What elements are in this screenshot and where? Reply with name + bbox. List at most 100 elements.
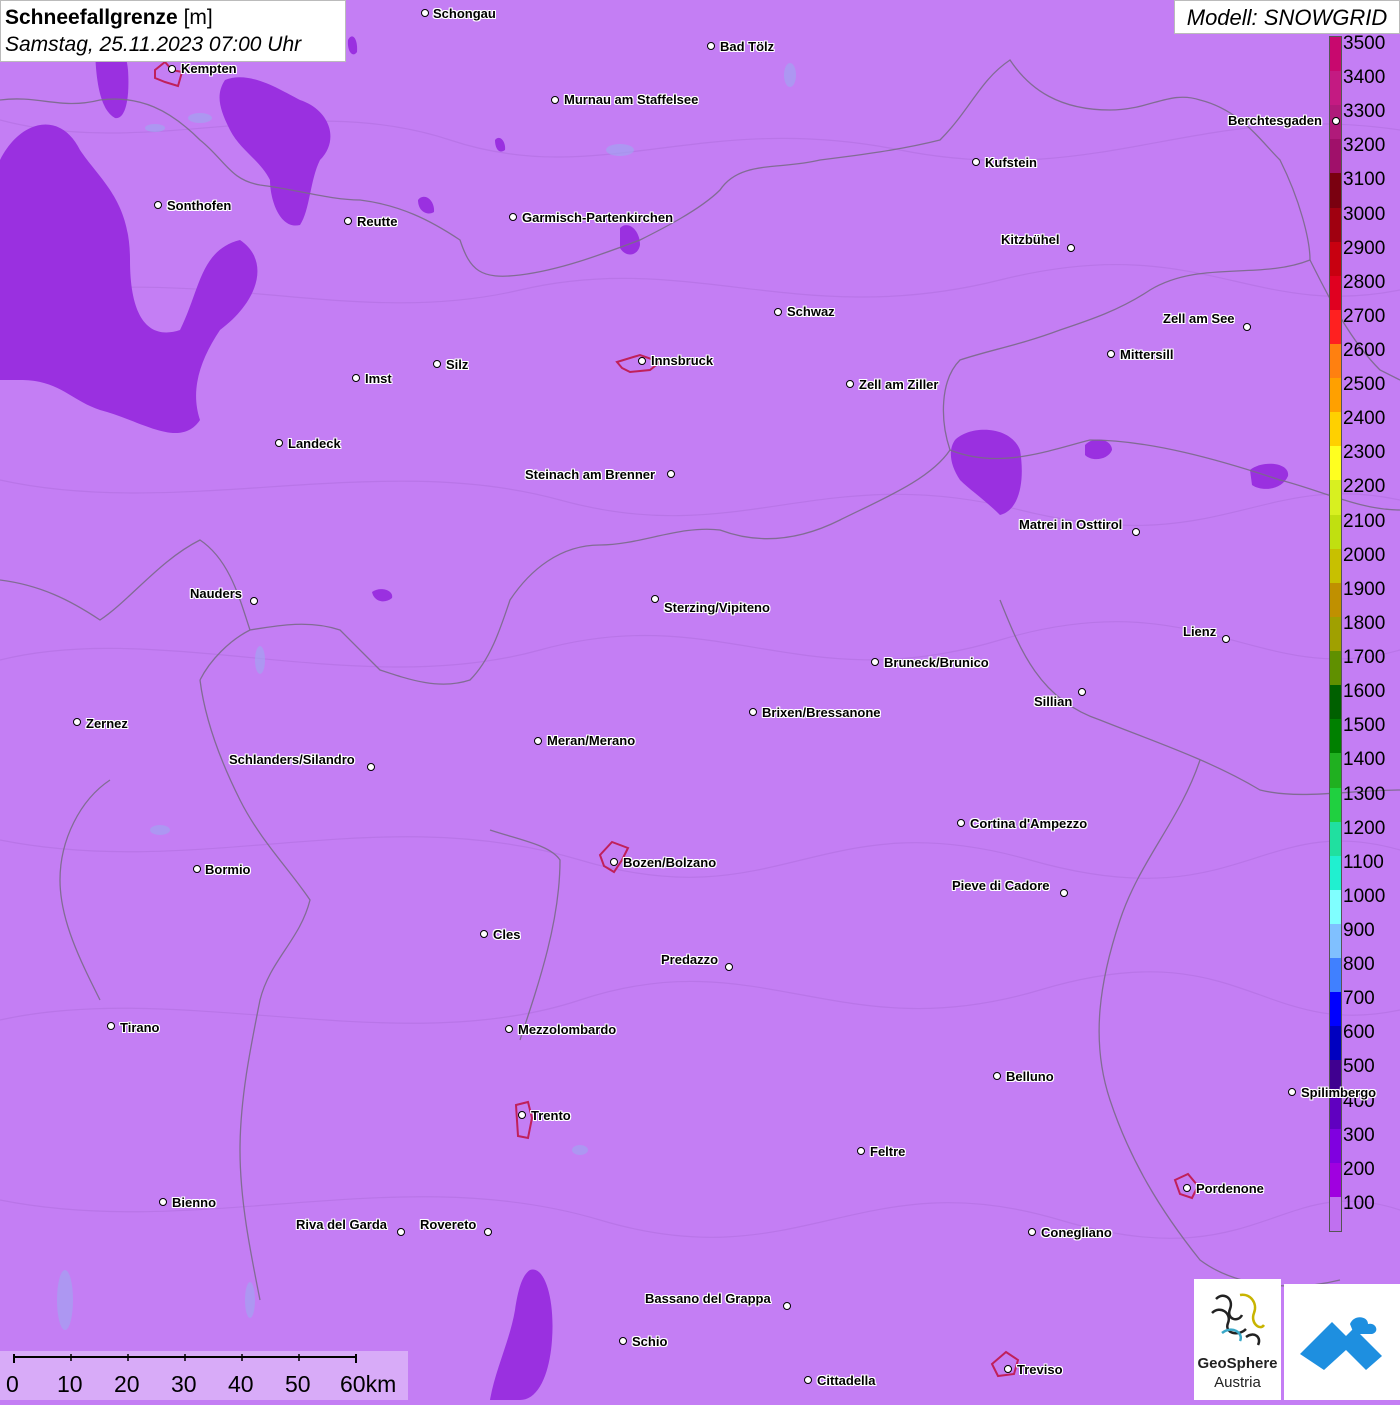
legend-label: 3400 (1343, 67, 1386, 89)
city-label: Bormio (205, 862, 251, 877)
legend-label: 3200 (1343, 135, 1386, 157)
city-label: Berchtesgaden (1228, 113, 1322, 128)
city-marker-icon (344, 217, 352, 225)
legend-swatch (1330, 241, 1341, 277)
legend-label: 2900 (1343, 237, 1386, 259)
city-label: Innsbruck (651, 353, 714, 368)
legend-label: 1500 (1343, 715, 1386, 737)
city-label: Zell am See (1163, 311, 1235, 326)
legend-swatch (1330, 1196, 1341, 1232)
scale-tick-label: 20 (114, 1371, 140, 1397)
legend-swatch (1330, 889, 1341, 925)
city-label: Rovereto (420, 1217, 477, 1232)
city-marker-icon (168, 65, 176, 73)
legend-swatch (1330, 207, 1341, 243)
city-marker-icon (275, 439, 283, 447)
city-marker-icon (480, 930, 488, 938)
legend-label: 1600 (1343, 681, 1386, 703)
legend-label: 1000 (1343, 885, 1386, 907)
city-label: Sillian (1034, 694, 1073, 709)
legend-swatch (1330, 37, 1341, 72)
city-marker-icon (518, 1111, 526, 1119)
city-marker-icon (1004, 1365, 1012, 1373)
legend-swatch (1330, 71, 1341, 106)
city-marker-icon (509, 213, 517, 221)
color-legend: 3500 3400 3300 3200 3100 3000 2900 2800 2700 2600… (1329, 34, 1400, 1234)
city-label: Schlanders/Silandro (229, 752, 355, 767)
city-label: Cortina d'Ampezzo (970, 816, 1088, 831)
city-label: Garmisch-Partenkirchen (522, 210, 674, 225)
city-marker-icon (367, 763, 375, 771)
city-label: Sonthofen (167, 198, 232, 213)
legend-swatch (1330, 446, 1341, 481)
city-label: Lienz (1183, 624, 1217, 639)
city-marker-icon (505, 1025, 513, 1033)
legend-swatch (1330, 378, 1341, 413)
city-marker-icon (1288, 1088, 1296, 1096)
city-label: Mezzolombardo (518, 1022, 617, 1037)
legend-label: 1700 (1343, 647, 1386, 669)
city-label: Meran/Merano (547, 733, 636, 748)
legend-label: 2000 (1343, 544, 1386, 566)
city-marker-icon (1107, 350, 1115, 358)
legend-swatch (1330, 616, 1341, 652)
mountain-cloud-icon (1300, 1317, 1382, 1370)
city-marker-icon (534, 737, 542, 745)
city-marker-icon (846, 380, 854, 388)
legend-label: 1200 (1343, 817, 1386, 839)
city-label: Schongau (433, 6, 496, 21)
city-label: Trento (531, 1108, 571, 1123)
city-label: Imst (365, 371, 392, 386)
city-marker-icon (804, 1376, 812, 1384)
legend-swatch (1330, 923, 1341, 959)
legend-label: 1800 (1343, 612, 1386, 634)
city-label: Bad Tölz (720, 39, 775, 54)
legend-label: 100 (1343, 1192, 1375, 1214)
city-marker-icon (638, 357, 646, 365)
city-label: Bozen/Bolzano (623, 855, 717, 870)
city-label: Sterzing/Vipiteno (664, 600, 770, 615)
legend-swatch (1330, 1128, 1341, 1164)
legend-swatch (1330, 480, 1341, 516)
legend-swatch (1330, 651, 1341, 686)
city-marker-icon (154, 201, 162, 209)
city-label: Nauders (190, 586, 243, 601)
city-marker-icon (725, 963, 733, 971)
scale-bar: 0 10 20 30 40 50 60km (0, 1351, 408, 1400)
city-marker-icon (551, 96, 559, 104)
map-datetime: Samstag, 25.11.2023 07:00 Uhr (5, 33, 302, 56)
legend-label: 200 (1343, 1158, 1375, 1180)
scale-tick-label: 0 (6, 1371, 19, 1397)
legend-swatch (1330, 514, 1341, 550)
city-marker-icon (433, 360, 441, 368)
city-label: Bienno (172, 1195, 217, 1210)
legend-swatch (1330, 1026, 1341, 1061)
legend-label: 700 (1343, 988, 1375, 1010)
legend-color-bar (1329, 36, 1342, 1232)
legend-label: 2100 (1343, 510, 1386, 532)
city-label: Bruneck/Brunico (884, 655, 989, 670)
city-label: Brixen/Bressanone (762, 705, 881, 720)
app-logo (1284, 1284, 1400, 1400)
city-marker-icon (774, 308, 782, 316)
city-label: Kempten (181, 61, 237, 76)
geosphere-logo-line1: GeoSphere (1197, 1355, 1278, 1372)
scale-tick-label: 60km (340, 1371, 397, 1397)
city-marker-icon (667, 470, 675, 478)
city-label: Silz (446, 357, 469, 372)
city-marker-icon (1132, 528, 1140, 536)
city-marker-icon (250, 597, 258, 605)
city-marker-icon (484, 1228, 492, 1236)
legend-swatch (1330, 992, 1341, 1027)
city-marker-icon (1243, 323, 1251, 331)
legend-label: 1100 (1343, 851, 1384, 873)
city-label: Landeck (288, 436, 341, 451)
legend-label: 3000 (1343, 203, 1386, 225)
legend-swatch (1330, 412, 1341, 447)
legend-label: 2300 (1343, 442, 1386, 464)
map-title-box: Schneefallgrenze [m] Samstag, 25.11.2023… (0, 0, 346, 62)
legend-label: 800 (1343, 954, 1375, 976)
geosphere-emblem-icon (1211, 1293, 1266, 1346)
legend-swatch (1330, 173, 1341, 209)
city-marker-icon (972, 158, 980, 166)
